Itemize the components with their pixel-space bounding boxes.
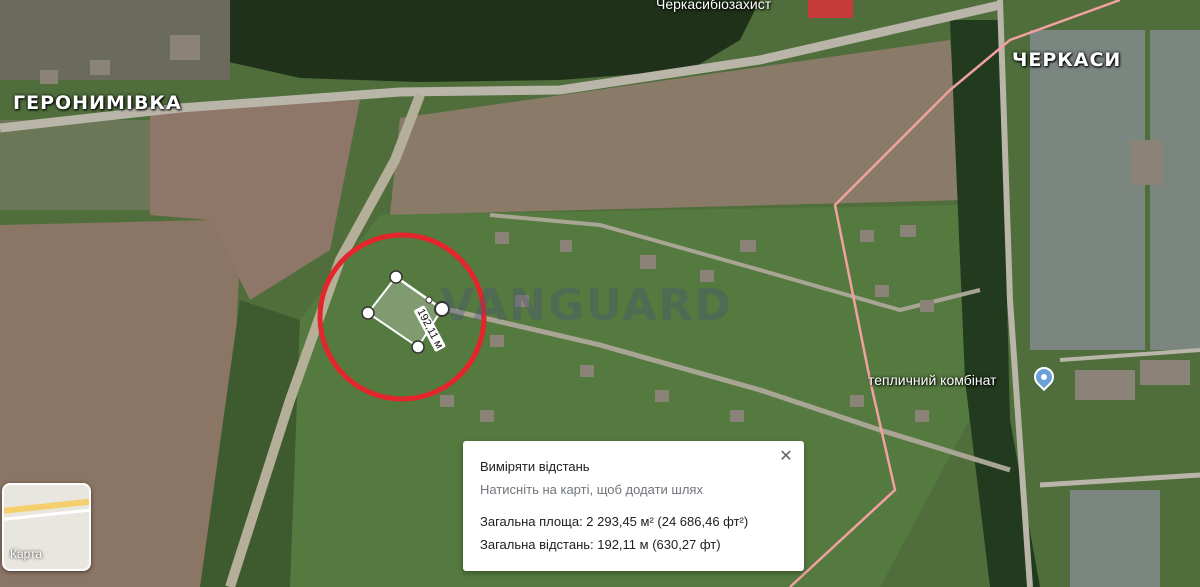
poi-label-greenhouse[interactable]: тепличний комбінат [868, 372, 996, 388]
close-icon[interactable]: ✕ [776, 447, 796, 467]
cemetery-south [1070, 490, 1160, 587]
measure-point[interactable] [361, 306, 375, 320]
map-layer-switcher[interactable]: Карта [2, 483, 91, 571]
total-area: Загальна площа: 2 293,45 м² (24 686,46 ф… [480, 514, 749, 529]
red-roof-building [808, 0, 853, 18]
layer-switcher-label: Карта [10, 547, 43, 561]
measure-midpoint[interactable] [425, 296, 433, 304]
town-label-cherkasy: ЧЕРКАСИ [1012, 49, 1122, 71]
measure-point[interactable] [389, 270, 403, 284]
poi-label-cherkasybiozakhyst[interactable]: Черкасибіозахист [656, 0, 771, 12]
cemetery-east [1030, 30, 1145, 350]
total-distance: Загальна відстань: 192,11 м (630,27 фт) [480, 537, 721, 552]
measure-point[interactable] [411, 340, 425, 354]
town-label-heronymivka: ГЕРОНИМІВКА [13, 92, 182, 114]
cemetery-east-2 [1150, 30, 1200, 350]
vanguard-watermark: VANGUARD [440, 280, 733, 331]
measure-distance-panel: ✕ Виміряти відстань Натисніть на карті, … [463, 441, 804, 571]
panel-title: Виміряти відстань [480, 459, 590, 474]
panel-hint: Натисніть на карті, щоб додати шлях [480, 482, 703, 497]
